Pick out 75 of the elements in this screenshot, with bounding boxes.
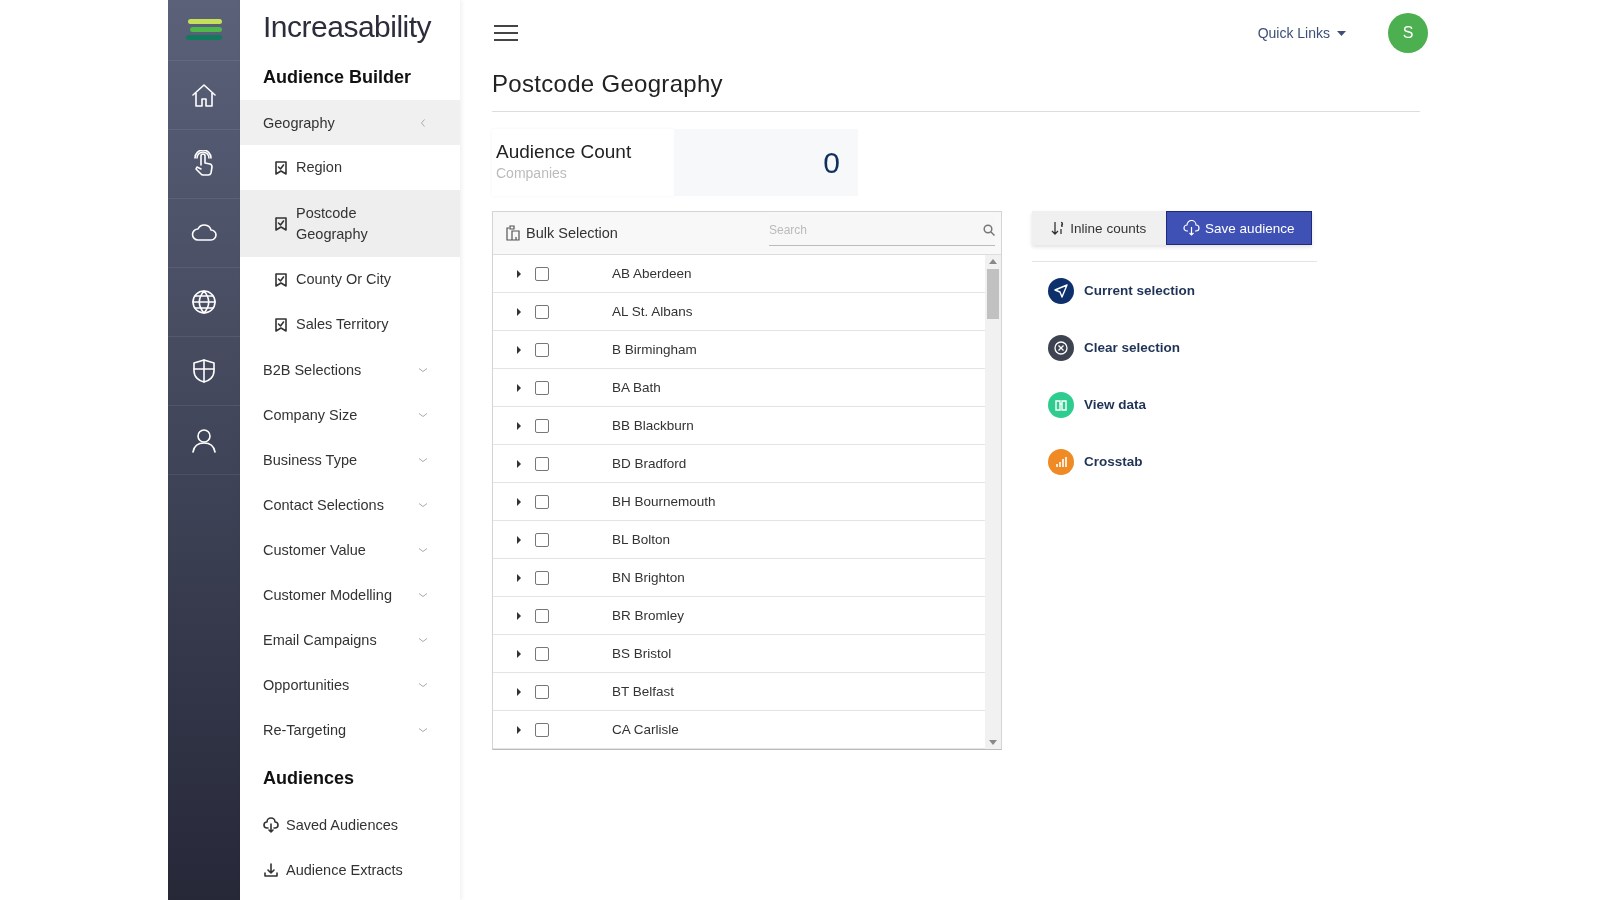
panel-title: Bulk Selection bbox=[526, 225, 619, 241]
sidebar-item[interactable]: Re-Targeting bbox=[240, 707, 460, 752]
checkbox[interactable] bbox=[535, 304, 549, 319]
row-label: BH Bournemouth bbox=[612, 494, 716, 509]
sidebar-item[interactable]: Customer Value bbox=[240, 527, 460, 572]
checkbox[interactable] bbox=[535, 722, 549, 737]
checkbox[interactable] bbox=[535, 570, 549, 585]
checkbox[interactable] bbox=[535, 342, 549, 357]
count-value: 0 bbox=[674, 129, 858, 196]
bookmark-icon bbox=[275, 160, 287, 175]
action-link[interactable]: Crosstab bbox=[1032, 433, 1317, 490]
page-title: Postcode Geography bbox=[492, 70, 1420, 112]
row-label: AB Aberdeen bbox=[612, 266, 692, 281]
count-sublabel: Companies bbox=[496, 165, 568, 181]
row-label: BA Bath bbox=[612, 380, 661, 395]
checkbox[interactable] bbox=[535, 380, 549, 395]
scrollbar[interactable] bbox=[985, 255, 1001, 749]
quick-links-menu[interactable]: Quick Links bbox=[1257, 25, 1346, 41]
sidebar-item[interactable]: Contact Selections bbox=[240, 482, 460, 527]
checkbox[interactable] bbox=[535, 646, 549, 661]
brand-name: Increasability bbox=[262, 9, 433, 45]
sidebar-link[interactable]: Audience Extracts bbox=[240, 847, 460, 892]
row-label: BN Brighton bbox=[612, 570, 685, 585]
sidebar-subitem[interactable]: Postcode Geography bbox=[240, 190, 460, 257]
sidebar-item[interactable]: Opportunities bbox=[240, 662, 460, 707]
row-label: AL St. Albans bbox=[612, 304, 693, 319]
cloud-download-icon bbox=[1183, 220, 1201, 236]
row-label: BT Belfast bbox=[612, 684, 675, 699]
row-label: BD Bradford bbox=[612, 456, 687, 471]
user-icon[interactable] bbox=[190, 426, 218, 454]
section-heading: Audience Builder bbox=[262, 66, 413, 89]
download-icon bbox=[263, 861, 279, 878]
checkbox[interactable] bbox=[535, 456, 549, 471]
sidebar-subitem[interactable]: County Or City bbox=[240, 257, 460, 302]
sidebar-item[interactable]: Customer Modelling bbox=[240, 572, 460, 617]
count-label: Audience Count bbox=[496, 141, 633, 163]
save-audience-button[interactable]: Save audience bbox=[1165, 211, 1312, 245]
logo-icon[interactable] bbox=[186, 18, 222, 42]
action-link[interactable]: View data bbox=[1032, 376, 1317, 433]
row-label: CA Carlisle bbox=[612, 722, 679, 737]
row-label: BL Bolton bbox=[612, 532, 671, 547]
home-icon[interactable] bbox=[190, 81, 218, 109]
search-icon[interactable] bbox=[983, 223, 995, 236]
bookmark-icon bbox=[275, 216, 287, 231]
cloud-download-icon bbox=[263, 816, 279, 833]
row-label: BS Bristol bbox=[612, 646, 672, 661]
sidebar-item[interactable]: B2B Selections bbox=[240, 347, 460, 392]
checkbox[interactable] bbox=[535, 608, 549, 623]
sort-numeric-icon bbox=[1051, 221, 1066, 235]
action-link[interactable]: Clear selection bbox=[1032, 319, 1317, 376]
checkbox[interactable] bbox=[535, 494, 549, 509]
sidebar-item[interactable]: Business Type bbox=[240, 437, 460, 482]
shield-icon[interactable] bbox=[190, 357, 218, 385]
caret-icon bbox=[1337, 30, 1346, 36]
sidebar-item[interactable]: Email Campaigns bbox=[240, 617, 460, 662]
sidebar-item[interactable]: Geography bbox=[240, 100, 460, 145]
checkbox[interactable] bbox=[535, 418, 549, 433]
bookmark-icon bbox=[275, 317, 287, 332]
sidebar-item[interactable]: Company Size bbox=[240, 392, 460, 437]
sidebar-subitem[interactable]: Sales Territory bbox=[240, 302, 460, 347]
row-label: BB Blackburn bbox=[612, 418, 694, 433]
checkbox[interactable] bbox=[535, 532, 549, 547]
row-label: B Birmingham bbox=[612, 342, 697, 357]
inline-counts-button[interactable]: Inline counts bbox=[1032, 211, 1166, 245]
chevron-icon bbox=[418, 117, 428, 128]
action-link[interactable]: Current selection bbox=[1032, 262, 1317, 319]
clipboard-icon bbox=[506, 225, 520, 241]
checkbox[interactable] bbox=[535, 266, 549, 281]
row-label: BR Bromley bbox=[612, 608, 684, 623]
section-heading: Audiences bbox=[262, 767, 356, 790]
bookmark-icon bbox=[275, 272, 287, 287]
sidebar-link[interactable]: Saved Audiences bbox=[240, 802, 460, 847]
globe-icon[interactable] bbox=[190, 288, 218, 316]
sidebar-subitem[interactable]: Region bbox=[240, 145, 460, 190]
checkbox[interactable] bbox=[535, 684, 549, 699]
